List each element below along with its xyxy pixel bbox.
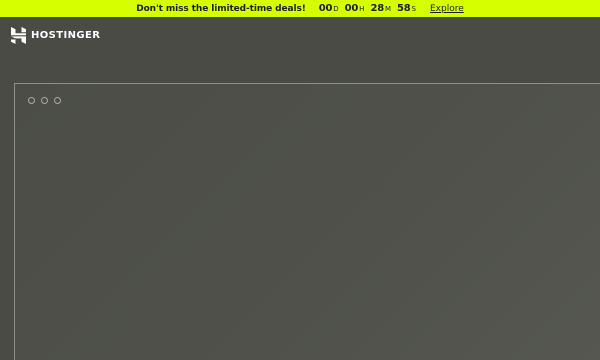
countdown-seconds-value: 58 bbox=[397, 3, 411, 14]
logo-wordmark: HOSTINGER bbox=[31, 30, 101, 41]
countdown-days: 00 D bbox=[319, 3, 339, 14]
countdown-seconds: 58 S bbox=[397, 3, 416, 14]
hostinger-h-icon bbox=[11, 27, 26, 44]
window-dot-icon bbox=[28, 97, 35, 104]
promo-text: Don't miss the limited-time deals! bbox=[136, 3, 306, 14]
window-dot-icon bbox=[54, 97, 61, 104]
countdown-hours-value: 00 bbox=[344, 3, 359, 14]
countdown-seconds-unit: S bbox=[411, 5, 416, 13]
countdown-minutes: 28 M bbox=[370, 3, 391, 14]
countdown-hours: 00 H bbox=[345, 3, 365, 14]
countdown-minutes-unit: M bbox=[384, 5, 392, 13]
explore-link[interactable]: Explore bbox=[430, 4, 464, 14]
hostinger-logo[interactable]: HOSTINGER bbox=[11, 27, 100, 44]
window-dot-icon bbox=[41, 97, 48, 104]
site-header: HOSTINGER bbox=[0, 17, 600, 53]
countdown-days-unit: D bbox=[333, 5, 339, 13]
countdown-minutes-value: 28 bbox=[370, 3, 384, 14]
countdown-hours-unit: H bbox=[359, 5, 365, 13]
window-controls bbox=[28, 97, 67, 104]
promo-banner: Don't miss the limited-time deals! 00 D … bbox=[0, 0, 600, 17]
countdown-days-value: 00 bbox=[318, 3, 333, 14]
countdown-timer: 00 D 00 H 28 M 58 S bbox=[319, 3, 416, 14]
browser-window-mockup bbox=[14, 83, 600, 360]
